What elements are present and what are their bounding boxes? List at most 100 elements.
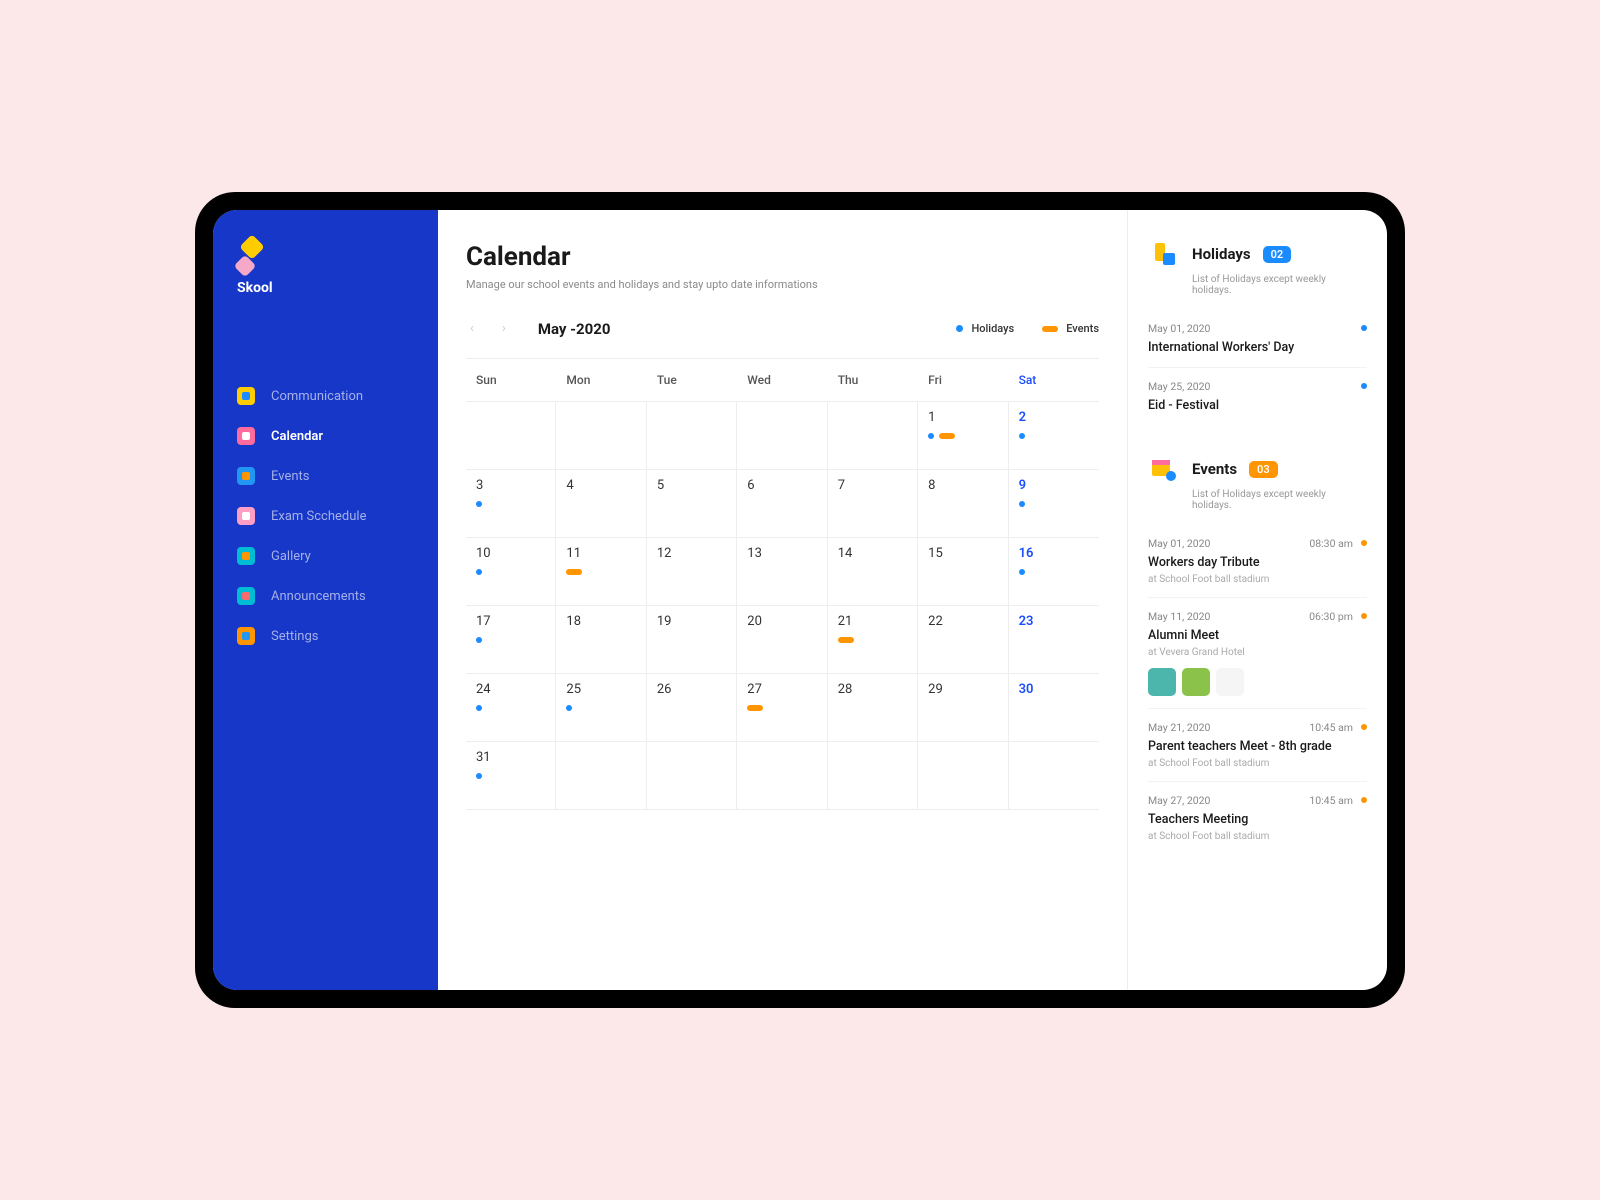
day-markers [747, 705, 816, 711]
event-item[interactable]: May 21, 202010:45 amParent teachers Meet… [1148, 709, 1367, 782]
holiday-item[interactable]: May 01, 2020International Workers' Day [1148, 310, 1367, 368]
calendar-cell[interactable]: 25 [556, 674, 646, 742]
calendar-cell[interactable]: 19 [647, 606, 737, 674]
next-month-button[interactable]: › [498, 319, 510, 338]
event-marker-icon [566, 569, 582, 575]
calendar-cell[interactable]: 13 [737, 538, 827, 606]
calendar-cell[interactable]: 9 [1009, 470, 1099, 538]
calendar-cell[interactable]: 7 [828, 470, 918, 538]
day-number: 26 [657, 682, 726, 697]
calendar-cell[interactable]: 10 [466, 538, 556, 606]
event-title: Alumni Meet [1148, 628, 1367, 643]
calendar-cell[interactable]: 3 [466, 470, 556, 538]
day-markers [928, 433, 997, 439]
logo-icon [237, 238, 271, 272]
events-list: May 01, 202008:30 amWorkers day Tributea… [1148, 525, 1367, 854]
nav-icon [237, 427, 255, 445]
nav-label: Announcements [271, 589, 366, 604]
calendar-cell[interactable]: 23 [1009, 606, 1099, 674]
day-number: 8 [928, 478, 997, 493]
calendar-cell[interactable]: 24 [466, 674, 556, 742]
calendar-cell[interactable]: 16 [1009, 538, 1099, 606]
sidebar-item-announcements[interactable]: Announcements [213, 576, 438, 616]
events-count-badge: 03 [1249, 461, 1278, 478]
holidays-icon [1148, 238, 1180, 270]
holiday-date: May 01, 2020 [1148, 322, 1210, 335]
day-number: 2 [1019, 410, 1089, 425]
event-item[interactable]: May 11, 202006:30 pmAlumni Meetat Vevera… [1148, 598, 1367, 709]
event-date: May 11, 2020 [1148, 610, 1210, 623]
events-title: Events [1192, 460, 1237, 478]
holiday-marker-icon [1019, 433, 1025, 439]
holiday-item[interactable]: May 25, 2020Eid - Festival [1148, 368, 1367, 425]
main-area: Calendar Manage our school events and ho… [438, 210, 1387, 990]
month-label: May -2020 [538, 320, 611, 338]
event-location: at Vevera Grand Hotel [1148, 647, 1367, 658]
sidebar-item-communication[interactable]: Communication [213, 376, 438, 416]
events-section: Events 03 List of Holidays except weekly… [1148, 453, 1367, 854]
day-number: 9 [1019, 478, 1089, 493]
calendar-cell[interactable]: 21 [828, 606, 918, 674]
sidebar-item-gallery[interactable]: Gallery [213, 536, 438, 576]
legend-holidays-label: Holidays [971, 322, 1014, 335]
holiday-marker-icon [928, 433, 934, 439]
calendar-cell[interactable]: 8 [918, 470, 1008, 538]
day-number: 24 [476, 682, 545, 697]
calendar-cell[interactable]: 4 [556, 470, 646, 538]
dow-header: Mon [556, 359, 646, 402]
calendar-cell[interactable]: 15 [918, 538, 1008, 606]
day-number: 19 [657, 614, 726, 629]
prev-month-button[interactable]: ‹ [466, 319, 478, 338]
nav-icon [237, 587, 255, 605]
calendar-cell[interactable]: 20 [737, 606, 827, 674]
calendar-cell[interactable]: 2 [1009, 402, 1099, 470]
event-location: at School Foot ball stadium [1148, 574, 1367, 585]
holiday-date: May 25, 2020 [1148, 380, 1210, 393]
calendar-cell[interactable]: 11 [556, 538, 646, 606]
day-markers [476, 569, 545, 575]
nav-label: Communication [271, 389, 363, 404]
event-item[interactable]: May 01, 202008:30 amWorkers day Tributea… [1148, 525, 1367, 598]
calendar-cell[interactable]: 6 [737, 470, 827, 538]
calendar-cell[interactable]: 28 [828, 674, 918, 742]
event-title: Teachers Meeting [1148, 812, 1367, 827]
calendar-cell[interactable]: 14 [828, 538, 918, 606]
calendar-cell [737, 742, 827, 810]
dow-header: Sat [1009, 359, 1099, 402]
calendar-cell [556, 402, 646, 470]
sidebar-item-exam-scchedule[interactable]: Exam Scchedule [213, 496, 438, 536]
dow-header: Fri [918, 359, 1008, 402]
calendar-cell[interactable]: 12 [647, 538, 737, 606]
event-time: 08:30 am [1309, 537, 1353, 550]
calendar-cell[interactable]: 17 [466, 606, 556, 674]
day-number: 11 [566, 546, 635, 561]
holidays-subtitle: List of Holidays except weekly holidays. [1192, 274, 1367, 296]
calendar-cell[interactable]: 22 [918, 606, 1008, 674]
day-markers [566, 705, 635, 711]
event-date: May 27, 2020 [1148, 794, 1210, 807]
event-item[interactable]: May 27, 202010:45 amTeachers Meetingat S… [1148, 782, 1367, 854]
sidebar-item-calendar[interactable]: Calendar [213, 416, 438, 456]
dow-header: Sun [466, 359, 556, 402]
dow-header: Tue [647, 359, 737, 402]
calendar-cell[interactable]: 26 [647, 674, 737, 742]
event-title: Parent teachers Meet - 8th grade [1148, 739, 1367, 754]
dow-header: Wed [737, 359, 827, 402]
holidays-title: Holidays [1192, 245, 1251, 263]
calendar-cell [466, 402, 556, 470]
sidebar-item-settings[interactable]: Settings [213, 616, 438, 656]
calendar-cell[interactable]: 29 [918, 674, 1008, 742]
calendar-cell[interactable]: 1 [918, 402, 1008, 470]
day-number: 7 [838, 478, 907, 493]
calendar-cell[interactable]: 31 [466, 742, 556, 810]
sidebar-item-events[interactable]: Events [213, 456, 438, 496]
event-date: May 01, 2020 [1148, 537, 1210, 550]
calendar-cell[interactable]: 30 [1009, 674, 1099, 742]
calendar-header: ‹ › May -2020 Holidays Events [466, 319, 1099, 338]
right-panel: Holidays 02 List of Holidays except week… [1127, 210, 1387, 990]
calendar-cell[interactable]: 5 [647, 470, 737, 538]
events-subtitle: List of Holidays except weekly holidays. [1192, 489, 1367, 511]
calendar-cell[interactable]: 27 [737, 674, 827, 742]
calendar-cell[interactable]: 18 [556, 606, 646, 674]
day-number: 23 [1019, 614, 1089, 629]
